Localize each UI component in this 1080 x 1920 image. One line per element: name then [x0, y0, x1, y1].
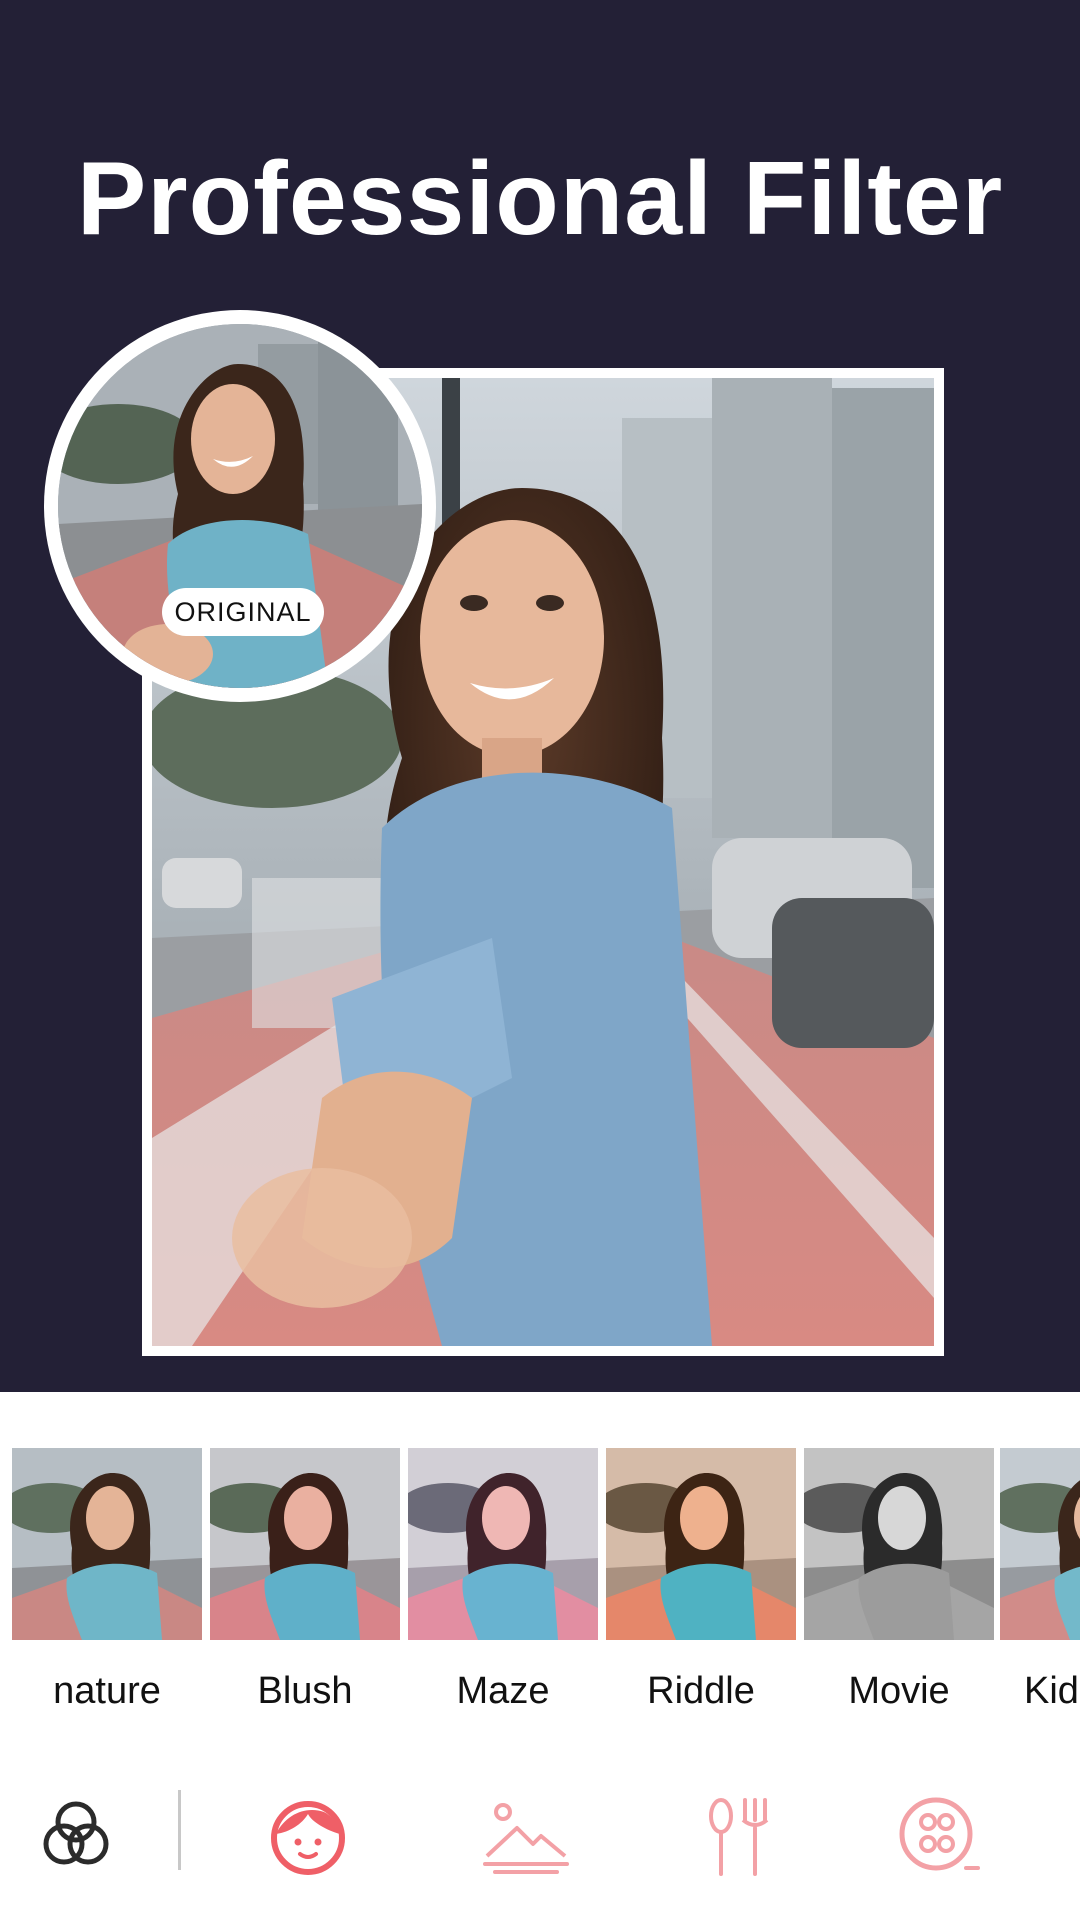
filter-thumbnail[interactable] — [804, 1448, 994, 1640]
filter-item-riddle[interactable]: Riddle — [606, 1448, 796, 1728]
filter-thumbnail[interactable] — [606, 1448, 796, 1640]
film-reel-icon — [899, 1797, 980, 1871]
overlapping-circles-icon — [43, 1801, 109, 1865]
original-preview[interactable] — [44, 310, 436, 702]
filter-thumbnail[interactable] — [210, 1448, 400, 1640]
toolbar-divider — [178, 1790, 181, 1870]
filter-label: Riddle — [647, 1670, 755, 1712]
filter-item-blush[interactable]: Blush — [210, 1448, 400, 1728]
filter-label: Maze — [456, 1670, 550, 1712]
filter-item-nature[interactable]: nature — [12, 1448, 202, 1728]
filter-label: Blush — [257, 1670, 353, 1712]
page-title: Professional Filter — [76, 141, 1004, 257]
film-tool-button[interactable] — [890, 1788, 986, 1884]
filter-item-kid[interactable]: Kid — [1000, 1448, 1080, 1728]
filter-thumbnail[interactable] — [408, 1448, 598, 1640]
face-icon — [271, 1801, 345, 1875]
filter-thumbnail[interactable] — [1000, 1448, 1080, 1640]
filter-thumbnail[interactable] — [12, 1448, 202, 1640]
fork-knife-icon — [709, 1798, 769, 1876]
face-tool-button[interactable] — [260, 1788, 356, 1884]
hero-banner: Professional Filter ORIGINAL — [0, 0, 1080, 1392]
filter-item-movie[interactable]: Movie — [804, 1448, 994, 1728]
filter-label: Kid — [1024, 1670, 1079, 1712]
bottom-toolbar — [0, 1760, 1080, 1900]
filter-item-maze[interactable]: Maze — [408, 1448, 598, 1728]
food-tool-button[interactable] — [690, 1788, 786, 1884]
landscape-icon — [483, 1803, 569, 1874]
filters-tool-button[interactable] — [28, 1788, 124, 1884]
filter-label: Movie — [848, 1670, 950, 1712]
original-badge: ORIGINAL — [162, 588, 324, 636]
filter-label: nature — [53, 1670, 161, 1712]
filter-strip[interactable]: nature Blush Maze Riddle Movie Kid — [0, 1448, 1080, 1738]
scenery-tool-button[interactable] — [478, 1788, 574, 1884]
